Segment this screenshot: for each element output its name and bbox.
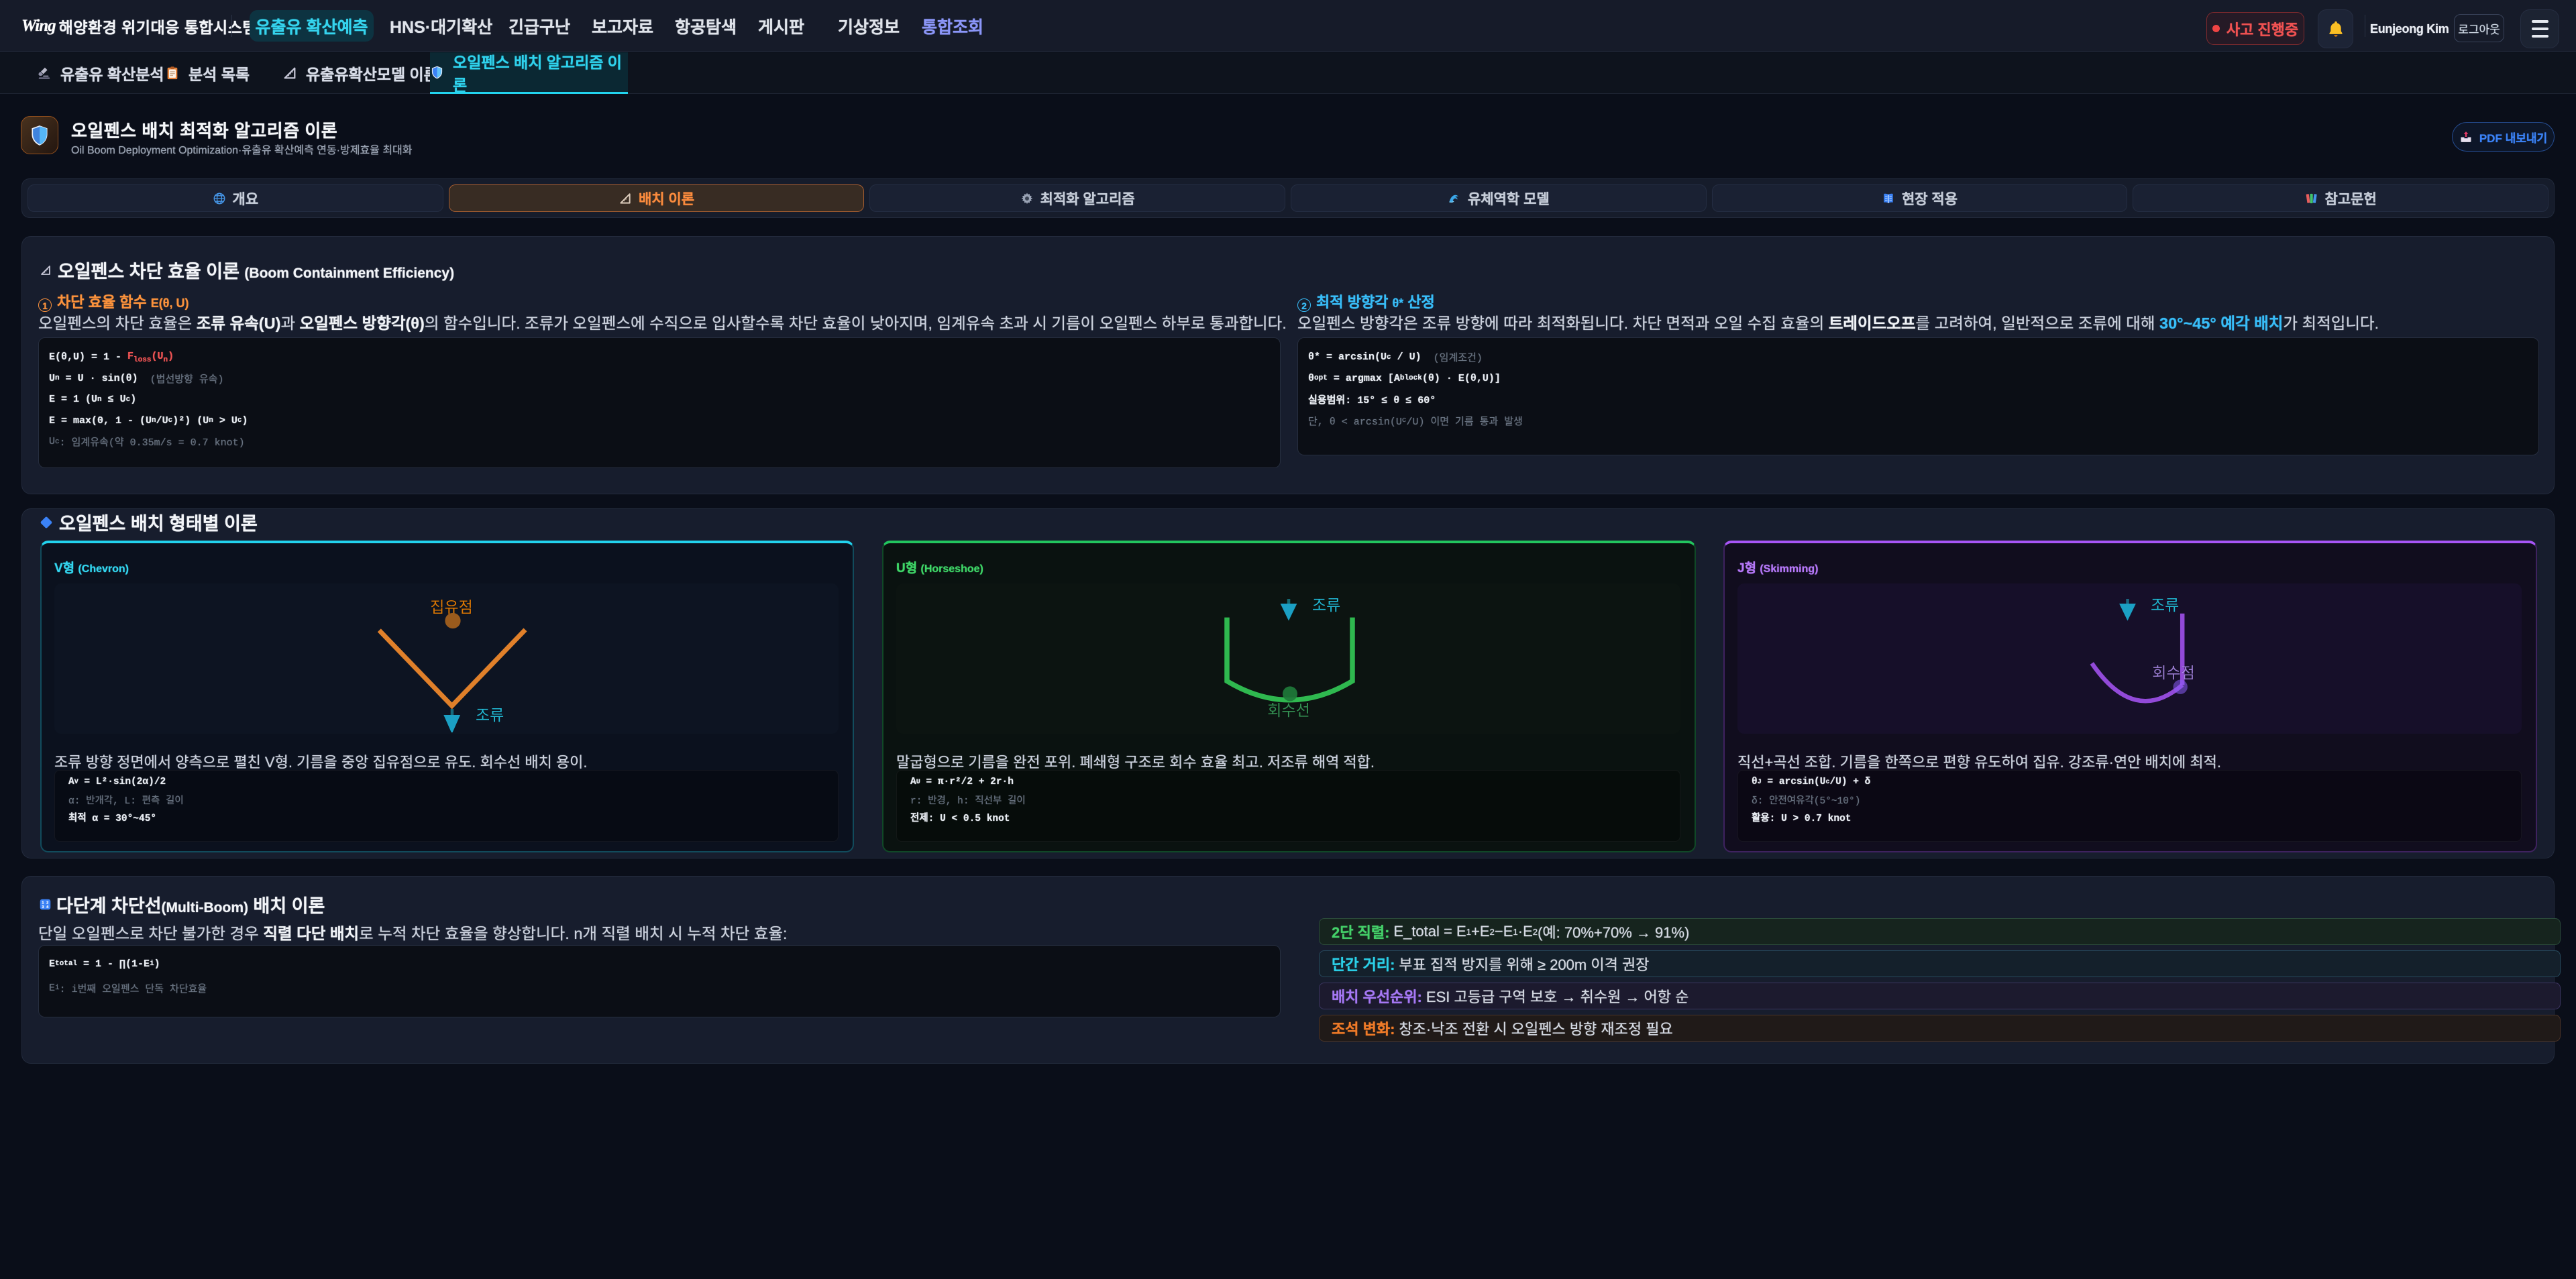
svg-text:2: 2 [46, 901, 48, 905]
svg-text:회수점: 회수점 [2152, 664, 2194, 681]
svg-text:조류: 조류 [476, 706, 504, 724]
svg-text:1: 1 [42, 901, 44, 905]
svg-text:회수선: 회수선 [1267, 702, 1309, 719]
svg-text:조류: 조류 [2151, 596, 2179, 614]
svg-text:3: 3 [42, 905, 44, 909]
svg-text:조류: 조류 [1312, 596, 1340, 614]
